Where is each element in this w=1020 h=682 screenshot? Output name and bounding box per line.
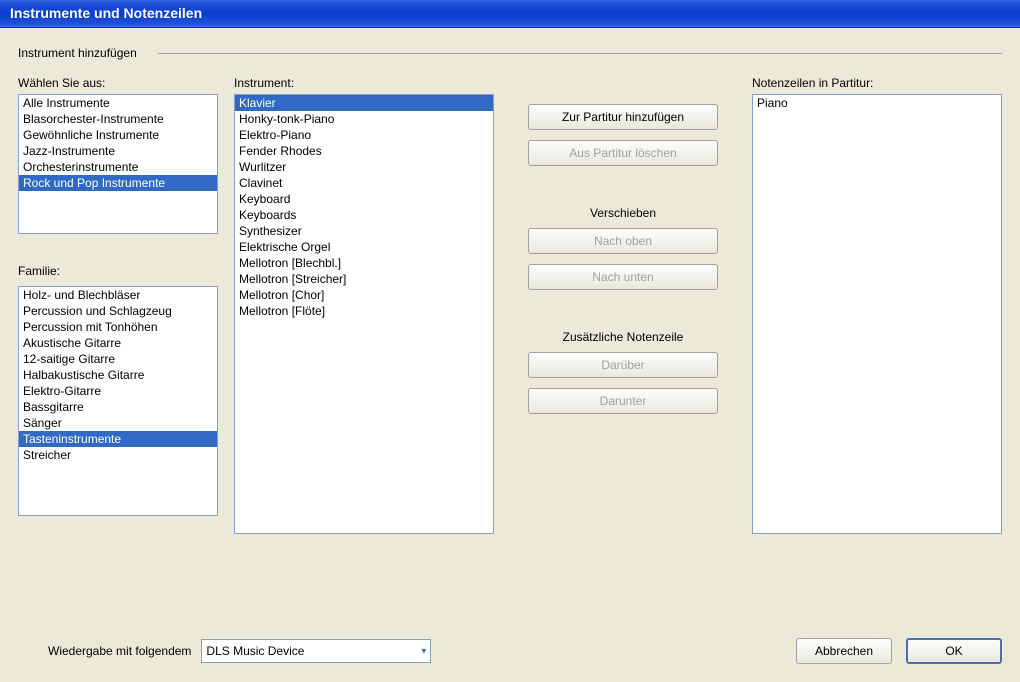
list-item[interactable]: Mellotron [Blechbl.] bbox=[235, 255, 493, 271]
list-item[interactable]: Sänger bbox=[19, 415, 217, 431]
groupbox-add-instrument: Instrument hinzufügen bbox=[18, 46, 1002, 54]
bottom-row: Wiedergabe mit folgendem DLS Music Devic… bbox=[18, 638, 1002, 664]
add-to-score-button[interactable]: Zur Partitur hinzufügen bbox=[528, 104, 718, 130]
list-item[interactable]: Percussion und Schlagzeug bbox=[19, 303, 217, 319]
instrument-listbox[interactable]: KlavierHonky-tonk-PianoElektro-PianoFend… bbox=[234, 94, 494, 534]
list-item[interactable]: Alle Instrumente bbox=[19, 95, 217, 111]
instrument-label: Instrument: bbox=[234, 76, 494, 90]
choose-label: Wählen Sie aus: bbox=[18, 76, 218, 90]
column-left: Wählen Sie aus: Alle InstrumenteBlasorch… bbox=[18, 76, 218, 612]
content-grid: Wählen Sie aus: Alle InstrumenteBlasorch… bbox=[18, 76, 1002, 612]
list-item[interactable]: Elektro-Gitarre bbox=[19, 383, 217, 399]
move-up-button[interactable]: Nach oben bbox=[528, 228, 718, 254]
list-item[interactable]: Tasteninstrumente bbox=[19, 431, 217, 447]
list-item[interactable]: Klavier bbox=[235, 95, 493, 111]
list-item[interactable]: Akustische Gitarre bbox=[19, 335, 217, 351]
list-item[interactable]: Gewöhnliche Instrumente bbox=[19, 127, 217, 143]
list-item[interactable]: Synthesizer bbox=[235, 223, 493, 239]
move-down-button[interactable]: Nach unten bbox=[528, 264, 718, 290]
list-item[interactable]: Orchesterinstrumente bbox=[19, 159, 217, 175]
family-listbox[interactable]: Holz- und BlechbläserPercussion und Schl… bbox=[18, 286, 218, 516]
cancel-button[interactable]: Abbrechen bbox=[796, 638, 892, 664]
list-item[interactable]: Bassgitarre bbox=[19, 399, 217, 415]
list-item[interactable]: Clavinet bbox=[235, 175, 493, 191]
list-item[interactable]: Elektro-Piano bbox=[235, 127, 493, 143]
playback-label: Wiedergabe mit folgendem bbox=[48, 644, 191, 658]
list-item[interactable]: Streicher bbox=[19, 447, 217, 463]
extra-staff-label: Zusätzliche Notenzeile bbox=[563, 330, 684, 344]
list-item[interactable]: 12-saitige Gitarre bbox=[19, 351, 217, 367]
ok-button[interactable]: OK bbox=[906, 638, 1002, 664]
list-item[interactable]: Honky-tonk-Piano bbox=[235, 111, 493, 127]
column-buttons: Zur Partitur hinzufügen Aus Partitur lös… bbox=[510, 76, 736, 612]
list-item[interactable]: Mellotron [Chor] bbox=[235, 287, 493, 303]
extra-above-button[interactable]: Darüber bbox=[528, 352, 718, 378]
choose-listbox[interactable]: Alle InstrumenteBlasorchester-Instrument… bbox=[18, 94, 218, 234]
score-listbox[interactable]: Piano bbox=[752, 94, 1002, 534]
dialog-body: Instrument hinzufügen Wählen Sie aus: Al… bbox=[0, 28, 1020, 682]
score-label: Notenzeilen in Partitur: bbox=[752, 76, 1002, 90]
extra-below-button[interactable]: Darunter bbox=[528, 388, 718, 414]
family-label: Familie: bbox=[18, 264, 218, 278]
playback-device-value: DLS Music Device bbox=[206, 644, 304, 658]
list-item[interactable]: Percussion mit Tonhöhen bbox=[19, 319, 217, 335]
groupbox-label: Instrument hinzufügen bbox=[18, 46, 143, 60]
move-label: Verschieben bbox=[590, 206, 656, 220]
list-item[interactable]: Piano bbox=[753, 95, 1001, 111]
playback-device-combobox[interactable]: DLS Music Device ▾ bbox=[201, 639, 431, 663]
list-item[interactable]: Holz- und Blechbläser bbox=[19, 287, 217, 303]
list-item[interactable]: Mellotron [Streicher] bbox=[235, 271, 493, 287]
chevron-down-icon: ▾ bbox=[421, 646, 426, 657]
column-score: Notenzeilen in Partitur: Piano bbox=[752, 76, 1002, 612]
list-item[interactable]: Keyboards bbox=[235, 207, 493, 223]
delete-from-score-button[interactable]: Aus Partitur löschen bbox=[528, 140, 718, 166]
column-instrument: Instrument: KlavierHonky-tonk-PianoElekt… bbox=[234, 76, 494, 612]
list-item[interactable]: Jazz-Instrumente bbox=[19, 143, 217, 159]
list-item[interactable]: Keyboard bbox=[235, 191, 493, 207]
list-item[interactable]: Wurlitzer bbox=[235, 159, 493, 175]
list-item[interactable]: Halbakustische Gitarre bbox=[19, 367, 217, 383]
list-item[interactable]: Rock und Pop Instrumente bbox=[19, 175, 217, 191]
list-item[interactable]: Elektrische Orgel bbox=[235, 239, 493, 255]
list-item[interactable]: Fender Rhodes bbox=[235, 143, 493, 159]
window-title: Instrumente und Notenzeilen bbox=[10, 5, 202, 21]
list-item[interactable]: Blasorchester-Instrumente bbox=[19, 111, 217, 127]
window-titlebar: Instrumente und Notenzeilen bbox=[0, 0, 1020, 28]
groupbox-divider bbox=[158, 53, 1002, 54]
list-item[interactable]: Mellotron [Flöte] bbox=[235, 303, 493, 319]
